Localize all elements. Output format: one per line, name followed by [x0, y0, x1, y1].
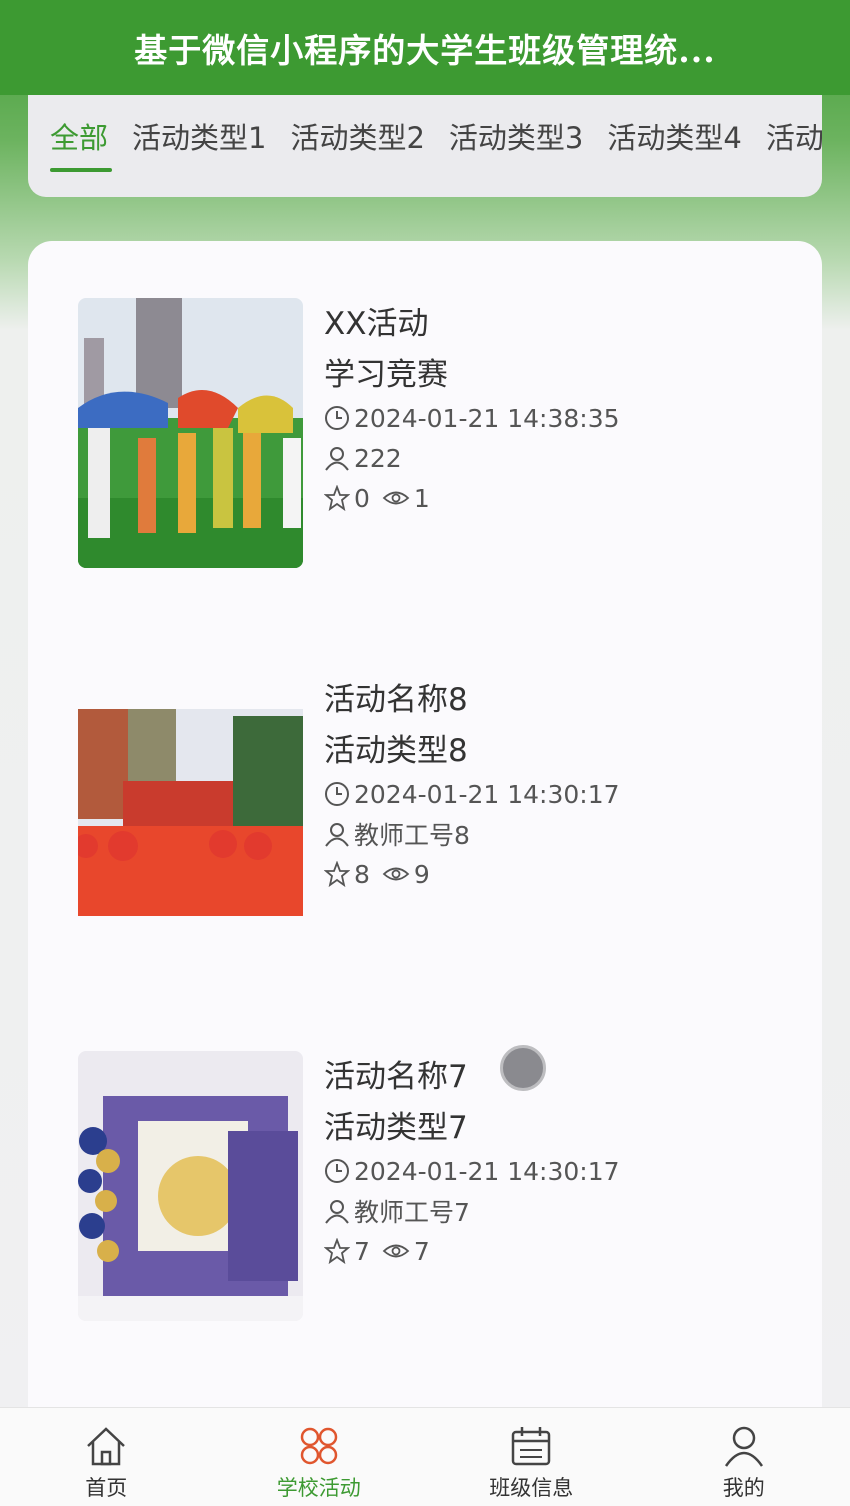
user-icon — [325, 823, 349, 847]
clock-icon — [325, 1159, 349, 1183]
calendar-icon — [512, 1427, 551, 1466]
eye-icon — [382, 867, 410, 881]
nav-class-info[interactable]: 班级信息 — [425, 1408, 638, 1506]
activity-type: 活动类型8 — [324, 733, 468, 769]
activity-info: 活动名称8 活动类型8 2024-01-21 14:30:17 教师工号8 8 … — [324, 680, 754, 894]
activity-time: 2024-01-21 14:38:35 — [354, 403, 620, 433]
activity-name: 活动名称8 — [324, 682, 468, 718]
list-item[interactable]: XX活动 学习竞赛 2024-01-21 14:38:35 222 0 1 — [78, 298, 778, 570]
nav-label: 班级信息 — [489, 1476, 574, 1500]
activity-stats-row: 8 9 — [324, 854, 754, 894]
list-item[interactable]: 活动名称7 活动类型7 2024-01-21 14:30:17 教师工号7 7 … — [78, 1051, 778, 1323]
activity-type: 学习竞赛 — [324, 357, 448, 393]
balloon-decoration-photo — [78, 1051, 303, 1321]
nav-me[interactable]: 我的 — [638, 1408, 850, 1506]
nav-home[interactable]: 首页 — [0, 1408, 213, 1506]
activity-publisher-row: 教师工号8 — [324, 814, 754, 854]
nav-school-activities[interactable]: 学校活动 — [213, 1408, 426, 1506]
activity-views: 7 — [413, 1236, 430, 1266]
activity-time: 2024-01-21 14:30:17 — [354, 1156, 620, 1186]
user-icon — [724, 1426, 763, 1467]
user-icon — [325, 1200, 349, 1224]
clock-icon — [325, 782, 349, 806]
sports-field-photo — [78, 298, 303, 568]
activity-type: 活动类型7 — [324, 1110, 468, 1146]
tab-label: 活动类型4 — [607, 121, 742, 155]
star-icon — [324, 861, 350, 887]
activity-time-row: 2024-01-21 14:38:35 — [324, 398, 754, 438]
tab-type-3[interactable]: 活动类型3 — [449, 95, 595, 175]
activity-views: 1 — [413, 483, 430, 513]
app-header: 基于微信小程序的大学生班级管理统... — [0, 0, 850, 95]
grid-icon — [300, 1427, 337, 1465]
activity-publisher: 教师工号7 — [354, 1198, 470, 1227]
tab-label: 活动类型3 — [448, 121, 584, 155]
nav-label: 我的 — [722, 1476, 765, 1500]
star-icon — [324, 485, 350, 511]
activity-likes: 7 — [354, 1236, 370, 1266]
activity-name: XX活动 — [324, 306, 429, 342]
activity-info: XX活动 学习竞赛 2024-01-21 14:38:35 222 0 1 — [324, 304, 754, 518]
activity-info: 活动名称7 活动类型7 2024-01-21 14:30:17 教师工号7 7 … — [324, 1057, 754, 1271]
activity-stats-row: 0 1 — [324, 478, 754, 518]
activity-publisher-row: 222 — [324, 438, 754, 478]
tab-type-5[interactable]: 活动类型5 — [766, 95, 822, 175]
nav-label: 学校活动 — [276, 1476, 361, 1500]
active-tab-indicator — [50, 168, 112, 172]
nav-label: 首页 — [85, 1476, 128, 1500]
activity-publisher: 222 — [354, 443, 402, 473]
tab-label: 全部 — [50, 121, 109, 155]
activity-publisher: 教师工号8 — [354, 821, 470, 850]
user-icon — [325, 447, 349, 471]
touch-indicator — [500, 1045, 546, 1091]
category-tabs: 全部 活动类型1 活动类型2 活动类型3 活动类型4 活动类型5 — [28, 95, 822, 197]
stage-ceremony-photo — [78, 676, 303, 946]
activity-likes: 8 — [354, 859, 370, 889]
activity-list: XX活动 学习竞赛 2024-01-21 14:38:35 222 0 1 活动… — [28, 241, 822, 1441]
activity-time: 2024-01-21 14:30:17 — [354, 779, 620, 809]
clock-icon — [325, 406, 349, 430]
activity-time-row: 2024-01-21 14:30:17 — [324, 774, 754, 814]
eye-icon — [382, 491, 410, 505]
tab-type-4[interactable]: 活动类型4 — [607, 95, 753, 175]
list-item[interactable]: 活动名称8 活动类型8 2024-01-21 14:30:17 教师工号8 8 … — [78, 674, 778, 946]
tab-all[interactable]: 全部 — [50, 95, 120, 175]
bottom-nav: 首页 学校活动 班级信息 我的 — [0, 1407, 850, 1506]
home-icon — [87, 1427, 126, 1466]
star-icon — [324, 1238, 350, 1264]
tab-label: 活动类型1 — [132, 121, 267, 155]
activity-likes: 0 — [354, 483, 370, 513]
tab-label: 活动类型2 — [290, 121, 425, 155]
eye-icon — [382, 1244, 410, 1258]
tab-type-2[interactable]: 活动类型2 — [290, 95, 436, 175]
activity-views: 9 — [413, 859, 430, 889]
activity-stats-row: 7 7 — [324, 1231, 754, 1271]
activity-time-row: 2024-01-21 14:30:17 — [324, 1151, 754, 1191]
tab-label: 活动类型5 — [765, 121, 822, 155]
page-title: 基于微信小程序的大学生班级管理统... — [134, 30, 716, 70]
tab-type-1[interactable]: 活动类型1 — [132, 95, 278, 175]
activity-publisher-row: 教师工号7 — [324, 1191, 754, 1231]
